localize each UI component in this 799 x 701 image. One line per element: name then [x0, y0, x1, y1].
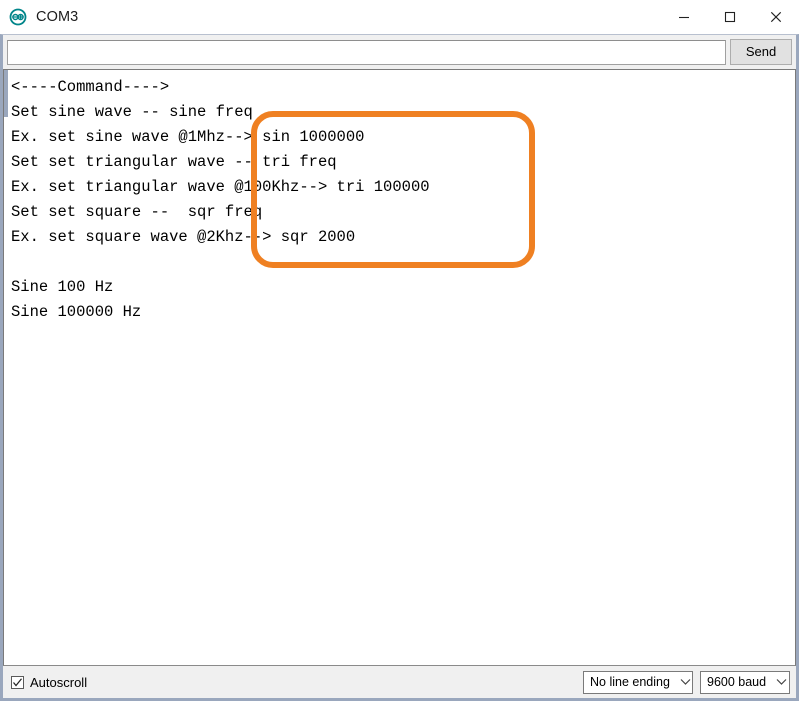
- status-bar: Autoscroll No line ending 9600 baud: [3, 666, 796, 698]
- chevron-down-icon: [680, 678, 691, 686]
- autoscroll-toggle[interactable]: Autoscroll: [11, 675, 87, 690]
- close-button[interactable]: [753, 0, 799, 33]
- maximize-icon: [724, 11, 736, 22]
- title-bar: COM3: [0, 0, 799, 34]
- line-ending-select[interactable]: No line ending: [583, 670, 693, 694]
- autoscroll-checkbox[interactable]: [11, 675, 24, 689]
- arduino-logo-icon: [9, 8, 27, 26]
- status-bar-controls: No line ending 9600 baud: [583, 670, 790, 694]
- chevron-down-icon: [776, 678, 787, 686]
- minimize-icon: [679, 16, 689, 18]
- checkmark-icon: [13, 677, 22, 686]
- close-icon: [770, 11, 782, 22]
- minimize-button[interactable]: [661, 0, 707, 33]
- send-button[interactable]: Send: [730, 39, 792, 65]
- command-input[interactable]: [7, 39, 726, 65]
- window-controls: [661, 0, 799, 33]
- autoscroll-label: Autoscroll: [30, 674, 88, 690]
- window-client-area: Send <----Command----> Set sine wave -- …: [0, 34, 799, 701]
- console-scrollbar[interactable]: [778, 70, 795, 665]
- maximize-button[interactable]: [707, 0, 753, 33]
- serial-output-panel[interactable]: <----Command----> Set sine wave -- sine …: [3, 69, 796, 666]
- baud-rate-select[interactable]: 9600 baud: [700, 670, 790, 694]
- command-bar: Send: [3, 35, 796, 69]
- line-ending-value: No line ending: [590, 675, 670, 689]
- left-edge-marker: [4, 70, 8, 117]
- baud-rate-value: 9600 baud: [707, 675, 767, 689]
- serial-output-text: <----Command----> Set sine wave -- sine …: [11, 78, 430, 321]
- window-title: COM3: [36, 8, 79, 25]
- serial-monitor-window: COM3 Send <----Command----> Set sine wav…: [0, 0, 799, 701]
